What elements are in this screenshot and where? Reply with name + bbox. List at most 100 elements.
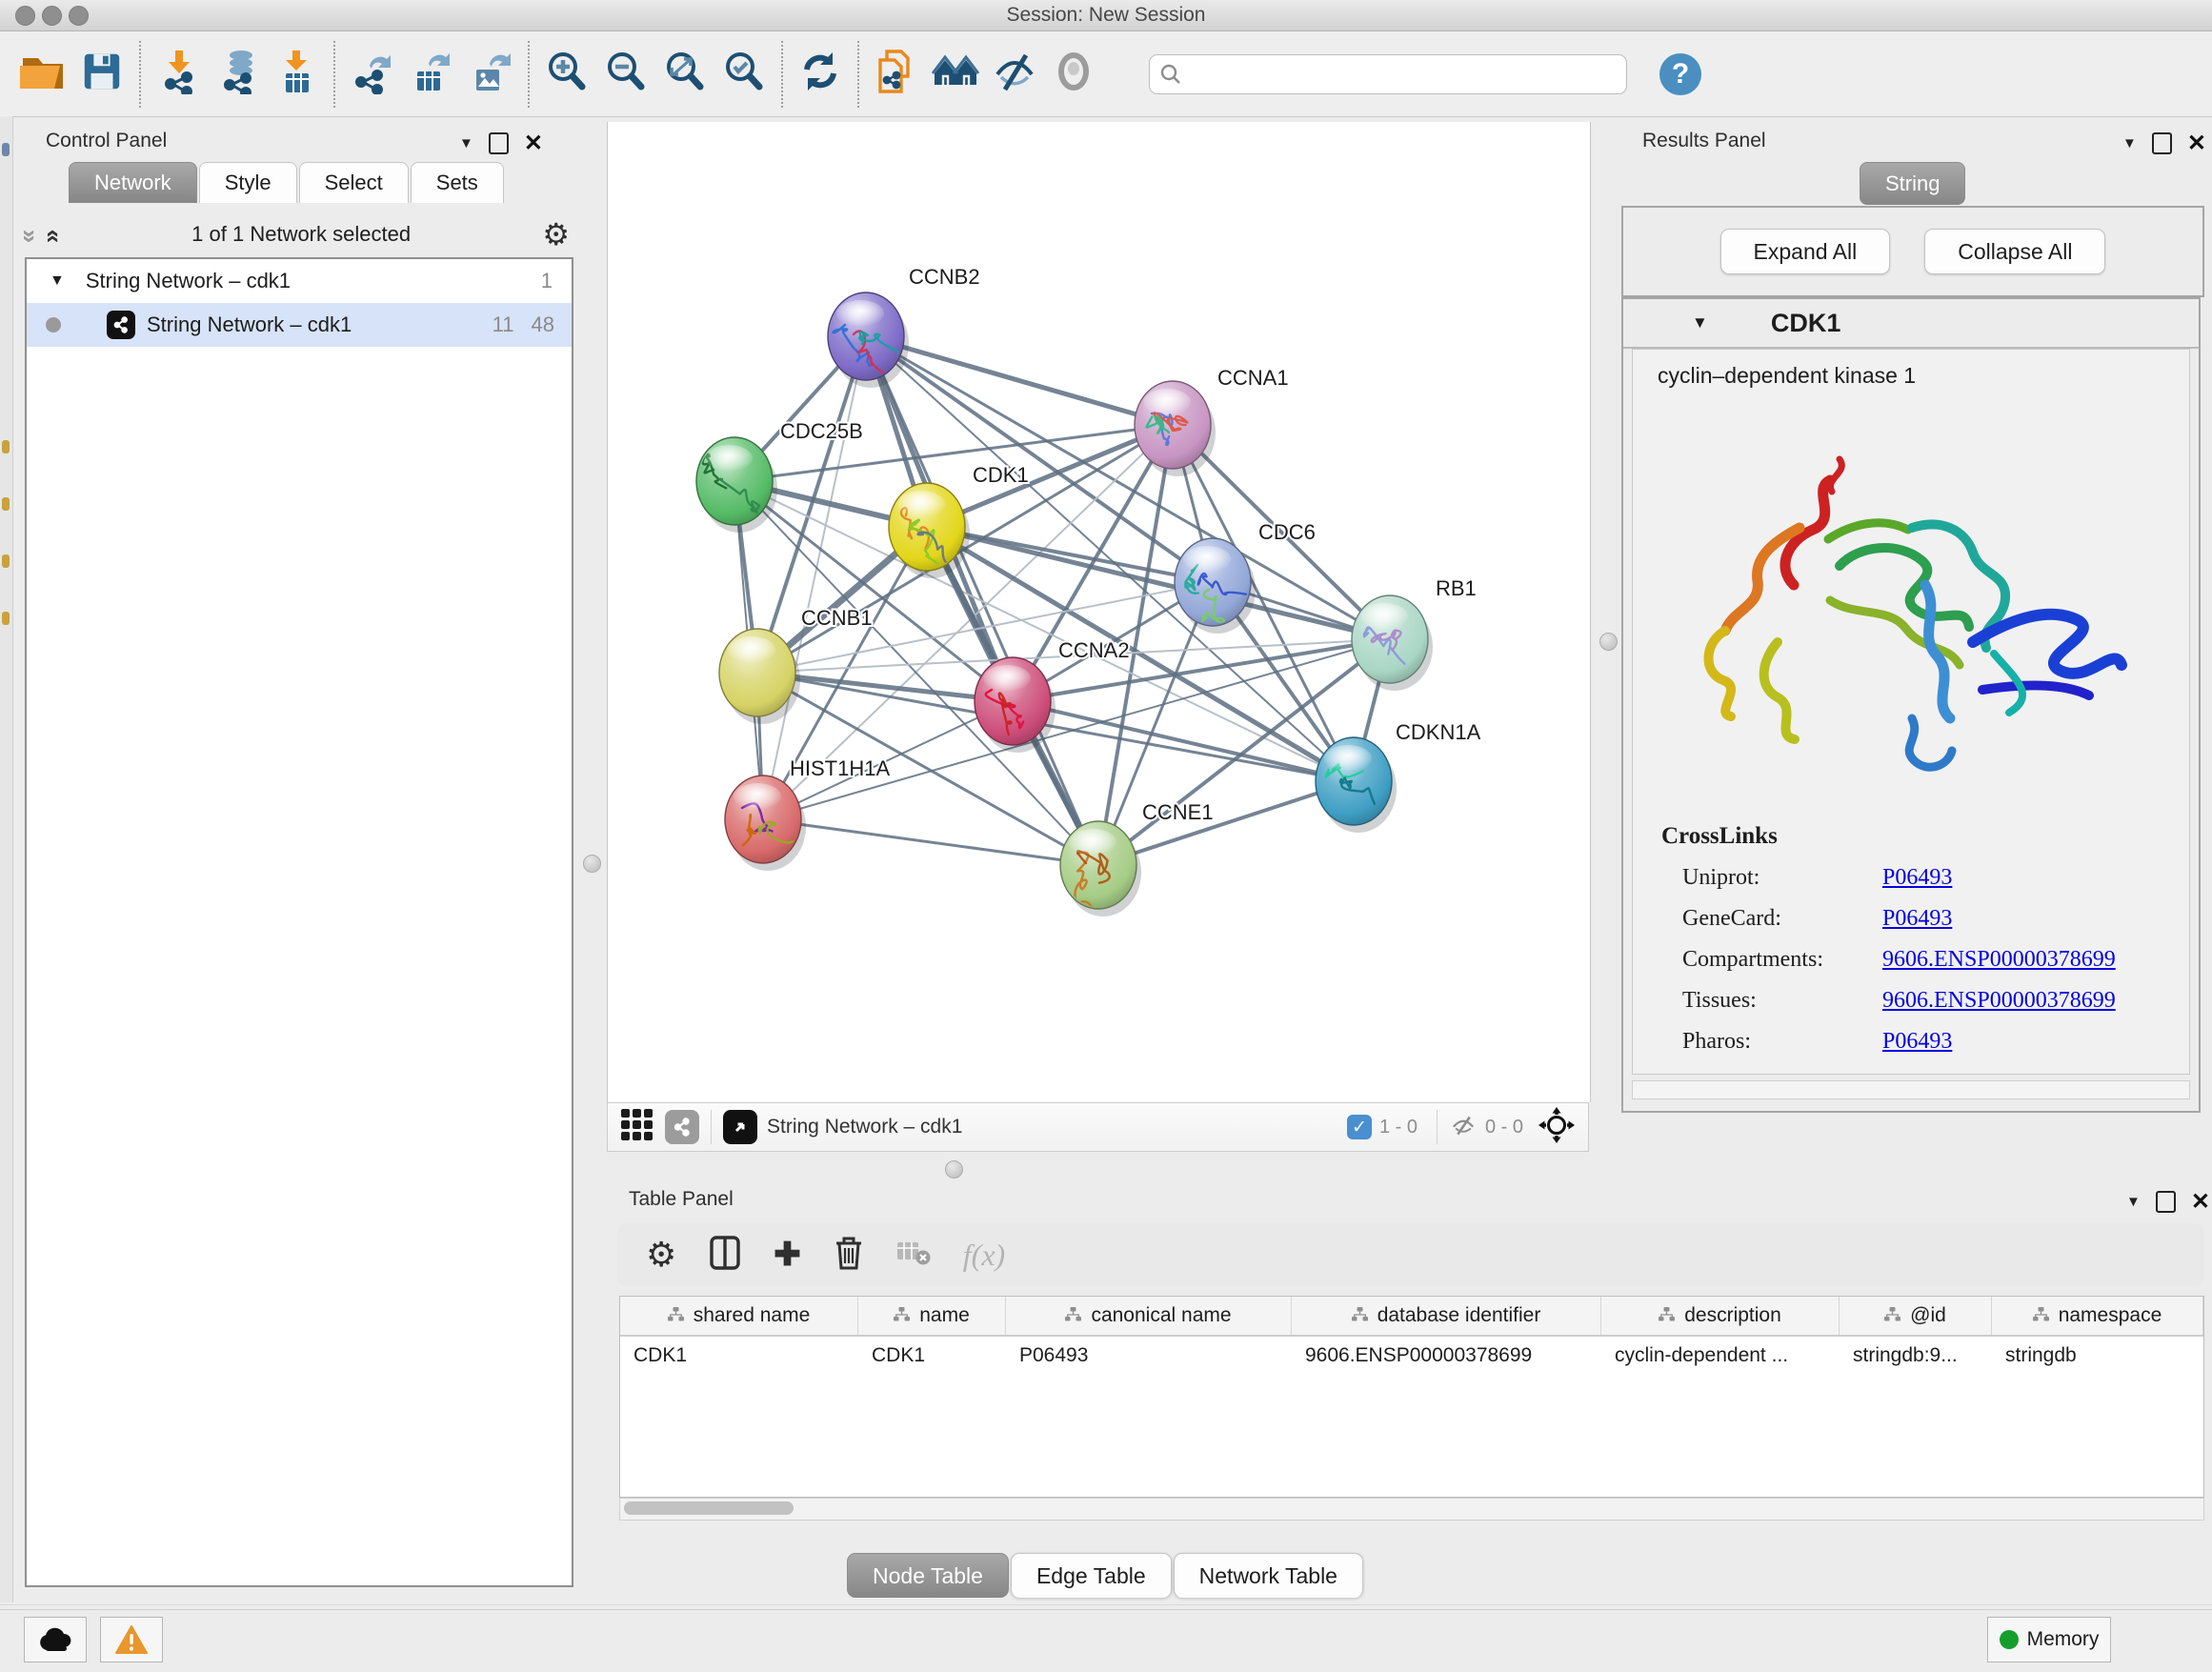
network-node-CCNB2[interactable] — [828, 292, 917, 388]
table-options-gear-icon[interactable]: ⚙ — [646, 1239, 676, 1270]
grid-view-icon[interactable] — [621, 1109, 654, 1146]
table-hscrollbar[interactable] — [619, 1498, 2204, 1521]
selected-checkbox-icon[interactable]: ✓ — [1347, 1115, 1372, 1139]
tab-network-table[interactable]: Network Table — [1174, 1553, 1363, 1598]
panel-float-icon[interactable] — [2156, 1191, 2176, 1213]
column-header-shared-name[interactable]: shared name — [620, 1297, 858, 1335]
network-node-CDC25B[interactable] — [696, 437, 777, 533]
network-collection-row[interactable]: ▼ String Network – cdk1 1 — [27, 259, 572, 303]
refresh-layout-button[interactable] — [791, 40, 850, 109]
import-database-button[interactable] — [208, 40, 267, 109]
table-cell[interactable]: stringdb — [1992, 1337, 2203, 1375]
tab-edge-table[interactable]: Edge Table — [1011, 1553, 1172, 1598]
birdseye-view-icon[interactable] — [723, 1110, 757, 1144]
delete-column-trash-icon[interactable] — [834, 1236, 864, 1275]
network-node-RB1[interactable] — [1352, 595, 1433, 691]
import-table-button[interactable] — [267, 40, 326, 109]
column-header-namespace[interactable]: namespace — [1992, 1297, 2203, 1335]
panel-close-icon[interactable]: ✕ — [524, 134, 543, 152]
panel-close-icon[interactable]: ✕ — [2187, 134, 2206, 152]
panel-menu-icon[interactable]: ▼ — [459, 135, 473, 151]
table-cell[interactable]: cyclin-dependent ... — [1601, 1337, 1840, 1375]
search-input[interactable] — [1182, 57, 1626, 91]
collapse-all-button[interactable]: Collapse All — [1924, 229, 2105, 274]
panel-menu-icon[interactable]: ▼ — [2126, 1194, 2141, 1210]
help-button[interactable]: ? — [1659, 53, 1701, 95]
network-edge-HIST1H1A-CCNE1[interactable] — [763, 819, 1098, 865]
crosslink-link[interactable]: 9606.ENSP00000378699 — [1882, 988, 2116, 1014]
network-node-CCNA2[interactable] — [975, 657, 1056, 753]
table-cell[interactable]: stringdb:9... — [1840, 1337, 1992, 1375]
export-table-button[interactable] — [402, 40, 461, 109]
network-node-CCNA1[interactable] — [1135, 381, 1216, 476]
table-hscrollbar-thumb[interactable] — [624, 1501, 794, 1515]
hidden-eye-icon[interactable] — [1449, 1113, 1478, 1142]
section-expander-icon[interactable]: ▼ — [1692, 313, 1708, 332]
column-header-name[interactable]: name — [858, 1297, 1006, 1335]
network-graph[interactable]: CCNB2CCNA1CDC25BCDK1CDC6RB1CCNB1CCNA2CDK… — [608, 122, 1590, 1102]
column-header-description[interactable]: description — [1601, 1297, 1840, 1335]
cloud-button[interactable] — [24, 1617, 87, 1662]
hide-selected-button[interactable] — [985, 40, 1044, 109]
network-row-selected[interactable]: String Network – cdk1 11 48 — [27, 303, 572, 347]
network-node-CDKN1A[interactable] — [1316, 737, 1397, 833]
network-node-CCNE1[interactable] — [1060, 821, 1141, 917]
crosslink-link[interactable]: P06493 — [1882, 1029, 1952, 1055]
panel-close-icon[interactable]: ✕ — [2191, 1193, 2210, 1211]
refresh-icon — [798, 50, 842, 98]
network-edge-CCNA2-CDKN1A[interactable] — [1013, 701, 1354, 781]
save-session-button[interactable] — [72, 40, 131, 109]
right-splitter-handle[interactable] — [1599, 633, 1618, 651]
crosshair-move-icon[interactable] — [1538, 1107, 1575, 1148]
network-edge-CCNB2-CCNA1[interactable] — [866, 336, 1173, 425]
import-network-button[interactable] — [149, 40, 208, 109]
tab-string[interactable]: String — [1860, 162, 1965, 205]
panel-float-icon[interactable] — [489, 132, 509, 154]
tab-network[interactable]: Network — [69, 162, 197, 203]
tab-select[interactable]: Select — [299, 162, 409, 203]
network-edge-CCNB2-HIST1H1A[interactable] — [763, 336, 866, 819]
network-node-CDC6[interactable] — [1175, 538, 1256, 634]
table-cell[interactable]: 9606.ENSP00000378699 — [1292, 1337, 1601, 1375]
show-columns-icon[interactable] — [709, 1236, 741, 1275]
left-splitter-handle[interactable] — [583, 855, 601, 873]
zoom-selected-button[interactable] — [714, 40, 774, 109]
clone-network-button[interactable] — [867, 40, 926, 109]
network-canvas[interactable]: CCNB2CCNA1CDC25BCDK1CDC6RB1CCNB1CCNA2CDK… — [607, 122, 1591, 1102]
memory-button[interactable]: Memory — [1987, 1617, 2111, 1662]
column-header--id[interactable]: @id — [1840, 1297, 1992, 1335]
tab-sets[interactable]: Sets — [411, 162, 504, 203]
expand-all-button[interactable]: Expand All — [1720, 229, 1891, 274]
panel-float-icon[interactable] — [2152, 132, 2172, 154]
network-options-gear-icon[interactable]: ⚙ — [542, 219, 570, 250]
search-field[interactable] — [1149, 54, 1627, 94]
open-session-button[interactable] — [13, 40, 72, 109]
crosslink-link[interactable]: P06493 — [1882, 906, 1952, 932]
table-cell[interactable]: CDK1 — [858, 1337, 1006, 1375]
results-scrollbar[interactable] — [1632, 1080, 2190, 1099]
table-cell[interactable]: P06493 — [1006, 1337, 1292, 1375]
column-header-canonical-name[interactable]: canonical name — [1006, 1297, 1292, 1335]
zoom-out-button[interactable] — [596, 40, 655, 109]
horizontal-splitter-handle[interactable] — [945, 1160, 963, 1178]
houses-button[interactable] — [926, 40, 985, 109]
string-view-icon[interactable] — [665, 1110, 699, 1144]
collection-expander-icon[interactable]: ▼ — [50, 272, 65, 290]
result-section-header[interactable]: ▼ CDK1 — [1623, 299, 2199, 349]
column-header-database-identifier[interactable]: database identifier — [1292, 1297, 1601, 1335]
tab-node-table[interactable]: Node Table — [847, 1553, 1009, 1598]
expand-all-chevron-icon[interactable]: « — [40, 229, 70, 239]
crosslink-link[interactable]: P06493 — [1882, 865, 1952, 891]
export-image-button[interactable] — [461, 40, 520, 109]
zoom-fit-button[interactable] — [655, 40, 714, 109]
crosslink-link[interactable]: 9606.ENSP00000378699 — [1882, 947, 2116, 973]
show-preview-button[interactable] — [1044, 40, 1103, 109]
warning-button[interactable] — [100, 1617, 163, 1662]
table-cell[interactable]: CDK1 — [620, 1337, 858, 1375]
add-column-plus-icon[interactable]: ✚ — [774, 1236, 801, 1274]
panel-menu-icon[interactable]: ▼ — [2122, 135, 2137, 151]
tab-style[interactable]: Style — [199, 162, 297, 203]
zoom-in-button[interactable] — [537, 40, 596, 109]
export-network-button[interactable] — [343, 40, 402, 109]
table-row[interactable]: CDK1CDK1P064939606.ENSP00000378699cyclin… — [620, 1337, 2203, 1375]
